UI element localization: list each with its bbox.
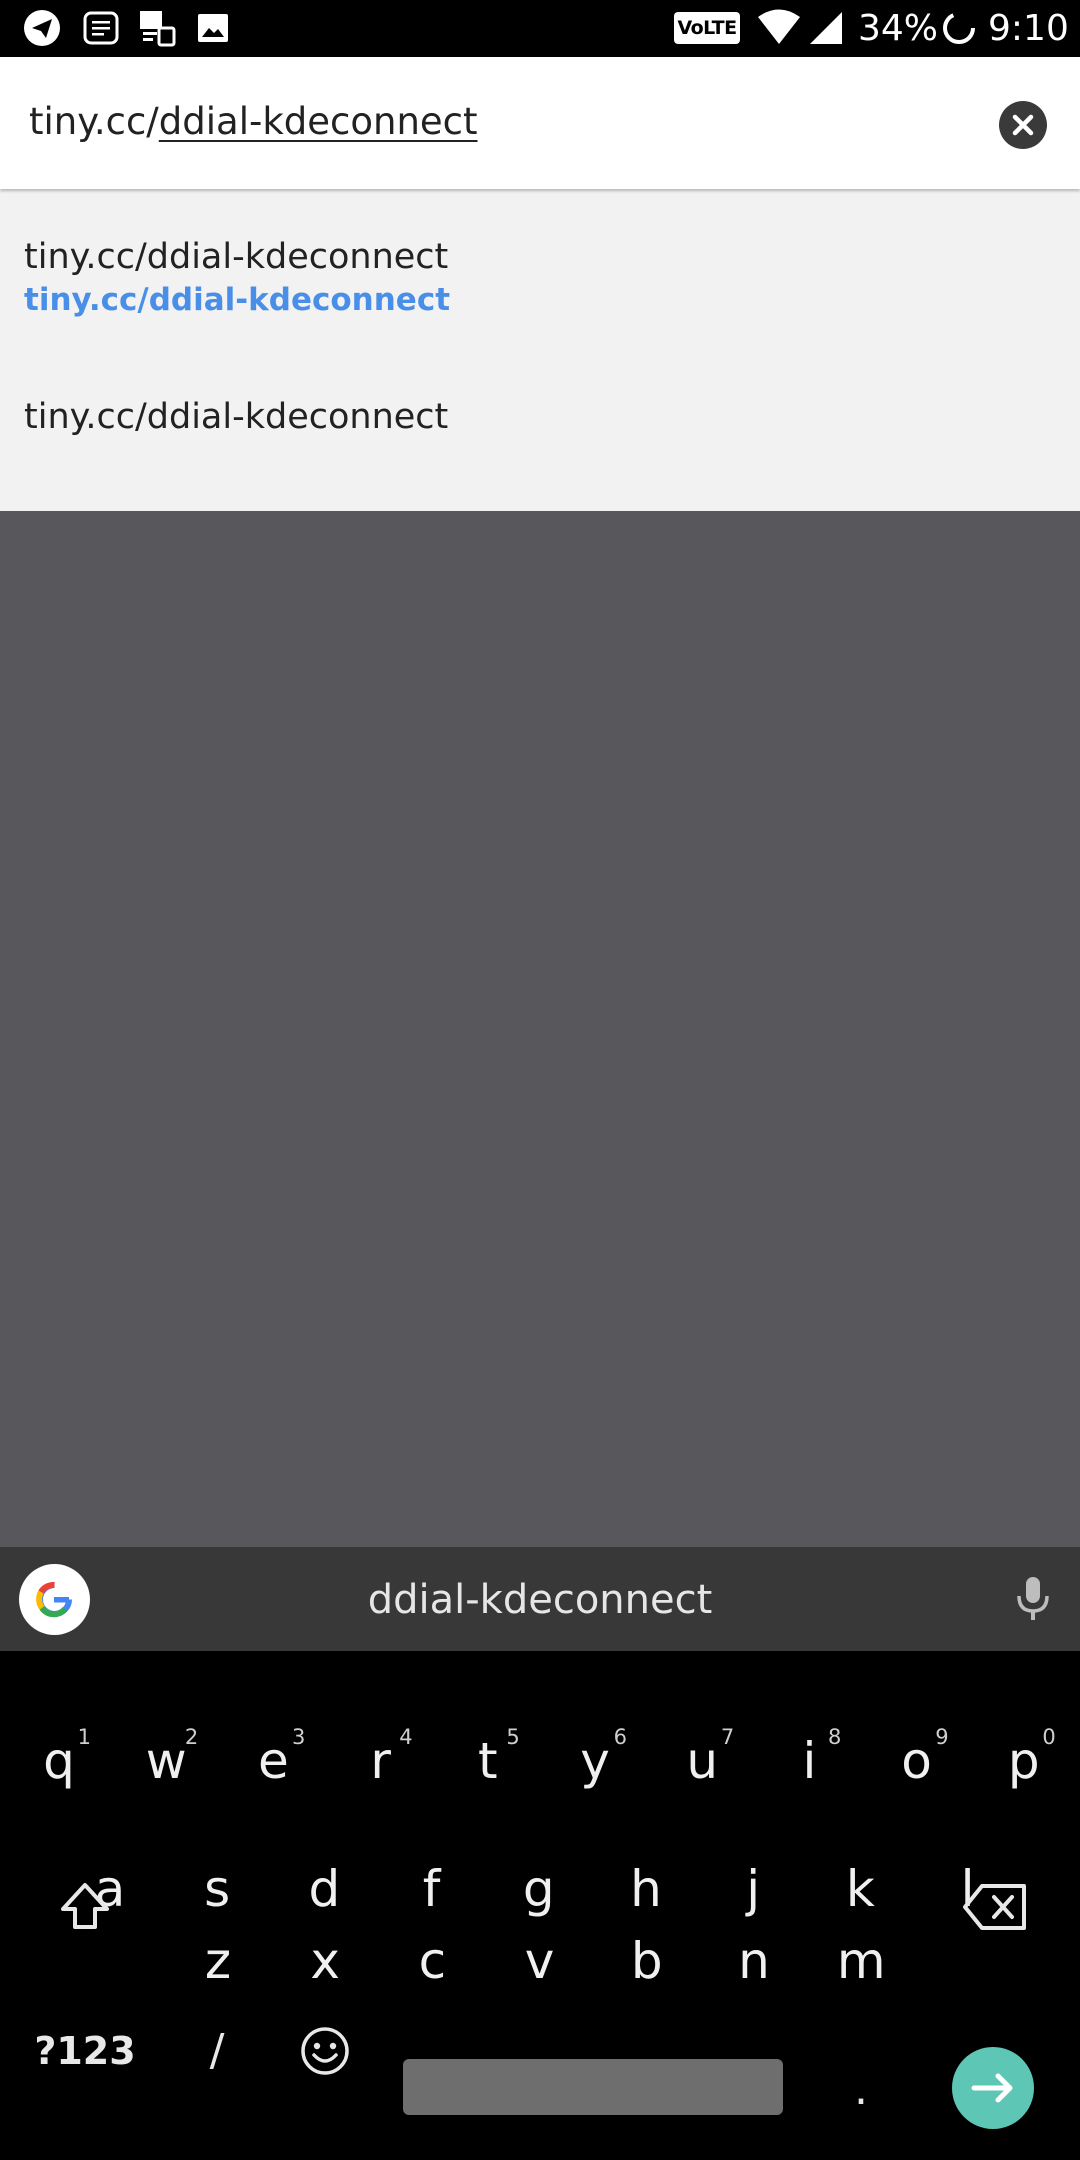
backspace-icon: [963, 1884, 1026, 1930]
key-hint: 8: [828, 1725, 842, 1749]
url-prefix: tiny.cc/: [29, 100, 159, 143]
key-hint: 5: [506, 1725, 520, 1749]
key-r[interactable]: r4: [331, 1706, 431, 1816]
key-label: q: [43, 1732, 75, 1790]
volte-badge: VoLTE: [674, 12, 740, 44]
key-label: u: [686, 1732, 719, 1790]
telegram-icon: [22, 8, 62, 52]
url-input[interactable]: tiny.cc/ddial-kdeconnect: [29, 97, 478, 147]
wifi-icon: [756, 8, 802, 52]
key-label: i: [802, 1732, 817, 1790]
battery-percent: 34%: [858, 8, 939, 49]
enter-key[interactable]: [952, 2047, 1034, 2129]
key-e[interactable]: e3: [223, 1706, 323, 1816]
key-b[interactable]: b: [597, 1906, 697, 2016]
keyboard-suggestion-strip: ddial-kdeconnect: [0, 1547, 1080, 1651]
document-icon: [81, 8, 121, 52]
key-label: w: [145, 1732, 187, 1790]
key-label: y: [580, 1732, 610, 1790]
suggestion-title: tiny.cc/ddial-kdeconnect: [24, 237, 449, 277]
key-i[interactable]: i8: [759, 1706, 859, 1816]
key-y[interactable]: y6: [545, 1706, 645, 1816]
clock: 9:10: [988, 8, 1069, 49]
suggestion-item[interactable]: tiny.cc/ddial-kdeconnect: [24, 394, 448, 440]
key-n[interactable]: n: [704, 1906, 804, 2016]
key-label: r: [370, 1732, 391, 1790]
key-p[interactable]: p0: [974, 1706, 1074, 1816]
key-w[interactable]: w2: [116, 1706, 216, 1816]
key-hint: 6: [613, 1725, 627, 1749]
url-bar: tiny.cc/ddial-kdeconnect: [0, 57, 1080, 189]
backspace-key[interactable]: [945, 1852, 1045, 1962]
clear-icon: [1012, 114, 1034, 136]
gallery-icon: [137, 8, 177, 52]
mic-icon[interactable]: [1013, 1574, 1053, 1628]
key-label: o: [901, 1732, 932, 1790]
key-hint: 4: [399, 1725, 413, 1749]
key-hint: 7: [720, 1725, 735, 1749]
key-label: t: [477, 1732, 498, 1790]
key-t[interactable]: t5: [438, 1706, 538, 1816]
battery-saver-icon: [939, 8, 979, 52]
keyboard-suggestion[interactable]: ddial-kdeconnect: [200, 1575, 880, 1625]
emoji-icon: [301, 2027, 349, 2075]
key-hint: 1: [77, 1725, 91, 1749]
signal-icon: [806, 8, 846, 52]
clear-button[interactable]: [999, 101, 1047, 149]
suggestion-url: tiny.cc/ddial-kdeconnect: [24, 282, 451, 318]
shift-icon: [61, 1883, 109, 1929]
key-hint: 9: [935, 1725, 949, 1749]
emoji-key[interactable]: [275, 1996, 375, 2106]
key-m[interactable]: m: [811, 1906, 911, 2016]
suggestion-list: tiny.cc/ddial-kdeconnect tiny.cc/ddial-k…: [0, 189, 1080, 511]
key-q[interactable]: q1: [9, 1706, 109, 1816]
suggestion-title: tiny.cc/ddial-kdeconnect: [24, 397, 449, 437]
key-u[interactable]: u7: [652, 1706, 752, 1816]
enter-arrow-icon: [971, 2073, 1013, 2103]
key-o[interactable]: o9: [867, 1706, 967, 1816]
key-hint: 3: [292, 1725, 306, 1749]
period-key[interactable]: .: [811, 2050, 911, 2130]
key-hint: 2: [184, 1725, 199, 1749]
key-v[interactable]: v: [490, 1906, 590, 2016]
google-icon[interactable]: [19, 1564, 90, 1635]
suggestion-item[interactable]: tiny.cc/ddial-kdeconnect tiny.cc/ddial-k…: [24, 234, 450, 320]
symbols-key[interactable]: ?123: [30, 1996, 140, 2106]
image-icon: [193, 8, 233, 52]
space-key[interactable]: [403, 2059, 783, 2115]
key-label: e: [258, 1732, 289, 1790]
key-label: p: [1007, 1732, 1040, 1790]
slash-key[interactable]: /: [167, 1996, 267, 2106]
url-suffix: ddial-kdeconnect: [158, 100, 478, 143]
key-c[interactable]: c: [382, 1906, 482, 2016]
shift-key[interactable]: [35, 1852, 135, 1962]
key-hint: 0: [1042, 1725, 1056, 1749]
status-bar: VoLTE 34% 9:10: [0, 0, 1080, 57]
